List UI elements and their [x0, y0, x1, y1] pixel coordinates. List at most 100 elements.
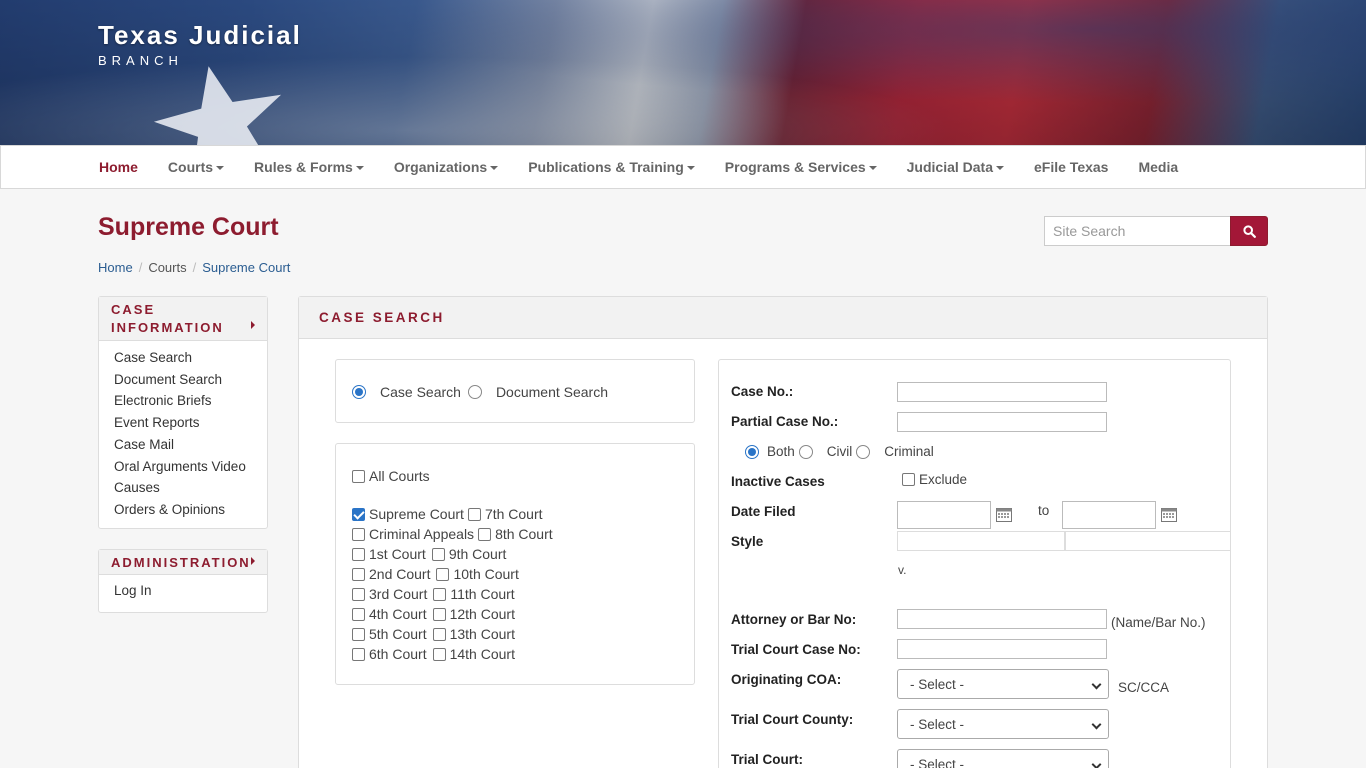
- date-filed-to-input[interactable]: [1062, 501, 1156, 529]
- trial-court-label: Trial Court:: [731, 752, 804, 767]
- nav-rules-forms[interactable]: Rules & Forms: [254, 159, 364, 175]
- sidebar-item-orders-opinions[interactable]: Orders & Opinions: [114, 499, 252, 521]
- trial-county-select[interactable]: - Select -: [897, 709, 1109, 739]
- sidebar-item-oral-arguments-video[interactable]: Oral Arguments Video: [114, 456, 252, 478]
- exclude-checkbox[interactable]: [902, 473, 915, 486]
- document-search-radio-label: Document Search: [495, 384, 608, 400]
- 6th-court-checkbox[interactable]: [352, 647, 365, 661]
- all-courts-checkbox[interactable]: [352, 469, 365, 483]
- date-to-label: to: [1038, 503, 1050, 518]
- attorney-input[interactable]: [897, 609, 1107, 629]
- sidebar-case-information-list: Case Search Document Search Electronic B…: [99, 341, 267, 527]
- 9th-court-checkbox[interactable]: [431, 547, 445, 561]
- chevron-down-icon: [1091, 679, 1102, 690]
- criminal-appeals-checkbox[interactable]: [352, 527, 365, 541]
- 14th-court-checkbox[interactable]: [432, 647, 446, 661]
- case-no-input[interactable]: [897, 382, 1107, 402]
- civil-radio[interactable]: [798, 444, 813, 459]
- caret-right-icon: [251, 321, 255, 329]
- document-search-radio[interactable]: [467, 385, 482, 399]
- caret-down-icon: [490, 165, 499, 170]
- sidebar-item-document-search[interactable]: Document Search: [114, 369, 252, 391]
- chevron-down-icon: [1091, 759, 1102, 768]
- 5th-court-checkbox[interactable]: [352, 627, 365, 641]
- date-filed-from-input[interactable]: [897, 501, 991, 529]
- panel-heading: CASE SEARCH: [299, 297, 1267, 339]
- brand-title: Texas Judicial: [98, 20, 302, 50]
- style-label: Style: [731, 534, 764, 549]
- trial-case-no-label: Trial Court Case No:: [731, 642, 861, 657]
- caret-down-icon: [686, 165, 695, 170]
- sidebar-case-information: CASE INFORMATION Case Search Document Se…: [98, 296, 268, 529]
- site-logo[interactable]: Texas Judicial BRANCH: [98, 20, 302, 68]
- criminal-radio-label: Criminal: [884, 444, 934, 459]
- style-party2-input[interactable]: [1065, 531, 1231, 551]
- breadcrumb-home[interactable]: Home: [98, 260, 133, 275]
- 7th-court-checkbox[interactable]: [467, 507, 481, 521]
- caret-right-icon: [251, 557, 255, 565]
- inactive-cases-label: Inactive Cases: [731, 474, 825, 489]
- supreme-court-checkbox[interactable]: [352, 507, 365, 521]
- site-search-input[interactable]: [1044, 216, 1230, 246]
- calendar-icon[interactable]: [996, 507, 1012, 522]
- search-icon: [1242, 224, 1256, 238]
- sidebar-item-case-mail[interactable]: Case Mail: [114, 434, 252, 456]
- sc-cca-label: SC/CCA: [1118, 680, 1170, 695]
- originating-coa-select[interactable]: - Select -: [897, 669, 1109, 699]
- 2nd-court-checkbox[interactable]: [352, 567, 365, 581]
- sidebar-administration: ADMINISTRATION Log In: [98, 549, 268, 613]
- sidebar-item-causes[interactable]: Causes: [114, 477, 252, 499]
- 3rd-court-checkbox[interactable]: [352, 587, 365, 601]
- both-radio[interactable]: [745, 444, 759, 459]
- name-bar-hint: (Name/Bar No.): [1111, 615, 1206, 630]
- 4th-court-checkbox[interactable]: [352, 607, 365, 621]
- sidebar-case-information-heading[interactable]: CASE INFORMATION: [99, 297, 267, 341]
- criminal-radio[interactable]: [856, 444, 871, 459]
- originating-coa-label: Originating COA:: [731, 672, 842, 687]
- sidebar-item-case-search[interactable]: Case Search: [114, 347, 252, 369]
- all-courts-label: All Courts: [369, 468, 430, 484]
- both-radio-label: Both: [767, 444, 795, 459]
- caret-down-icon: [216, 165, 225, 170]
- 13th-court-checkbox[interactable]: [432, 627, 446, 641]
- 10th-court-checkbox[interactable]: [436, 567, 450, 581]
- nav-organizations[interactable]: Organizations: [394, 159, 499, 175]
- case-search-radio-label: Case Search: [380, 384, 461, 400]
- trial-court-select[interactable]: - Select -: [897, 749, 1109, 768]
- case-search-radio[interactable]: [352, 385, 366, 399]
- breadcrumb-current[interactable]: Supreme Court: [202, 260, 290, 275]
- caret-down-icon: [868, 165, 877, 170]
- sidebar-administration-heading[interactable]: ADMINISTRATION: [99, 550, 267, 575]
- site-search-button[interactable]: [1230, 216, 1268, 246]
- exclude-label: Exclude: [919, 472, 968, 487]
- civil-radio-label: Civil: [826, 444, 853, 459]
- nav-efile-texas[interactable]: eFile Texas: [1034, 159, 1108, 175]
- main-navigation: Home Courts Rules & Forms Organizations …: [0, 145, 1366, 189]
- date-filed-label: Date Filed: [731, 504, 796, 519]
- texas-star-graphic: [153, 66, 282, 145]
- attorney-label: Attorney or Bar No:: [731, 612, 857, 627]
- sidebar-item-event-reports[interactable]: Event Reports: [114, 412, 252, 434]
- partial-case-no-input[interactable]: [897, 412, 1107, 432]
- trial-case-no-input[interactable]: [897, 639, 1107, 659]
- sidebar-item-log-in[interactable]: Log In: [114, 580, 252, 602]
- calendar-icon[interactable]: [1161, 507, 1177, 522]
- nav-programs-services[interactable]: Programs & Services: [725, 159, 877, 175]
- sidebar-item-electronic-briefs[interactable]: Electronic Briefs: [114, 390, 252, 412]
- 1st-court-checkbox[interactable]: [352, 547, 365, 561]
- nav-home[interactable]: Home: [99, 159, 138, 175]
- 8th-court-checkbox[interactable]: [478, 527, 492, 541]
- style-party1-input[interactable]: [897, 531, 1065, 551]
- nav-publications-training[interactable]: Publications & Training: [528, 159, 695, 175]
- 11th-court-checkbox[interactable]: [433, 587, 447, 601]
- case-search-panel: CASE SEARCH Case Search Document Search …: [298, 296, 1268, 768]
- breadcrumb-courts: Courts: [148, 260, 187, 275]
- partial-case-no-label: Partial Case No.:: [731, 414, 839, 429]
- sidebar-administration-list: Log In: [99, 575, 267, 608]
- 12th-court-checkbox[interactable]: [432, 607, 446, 621]
- criteria-card: Case No.: Partial Case No.: Both Civil C…: [718, 359, 1231, 768]
- nav-media[interactable]: Media: [1138, 159, 1178, 175]
- nav-judicial-data[interactable]: Judicial Data: [907, 159, 1005, 175]
- nav-courts[interactable]: Courts: [168, 159, 225, 175]
- chevron-down-icon: [1091, 719, 1102, 730]
